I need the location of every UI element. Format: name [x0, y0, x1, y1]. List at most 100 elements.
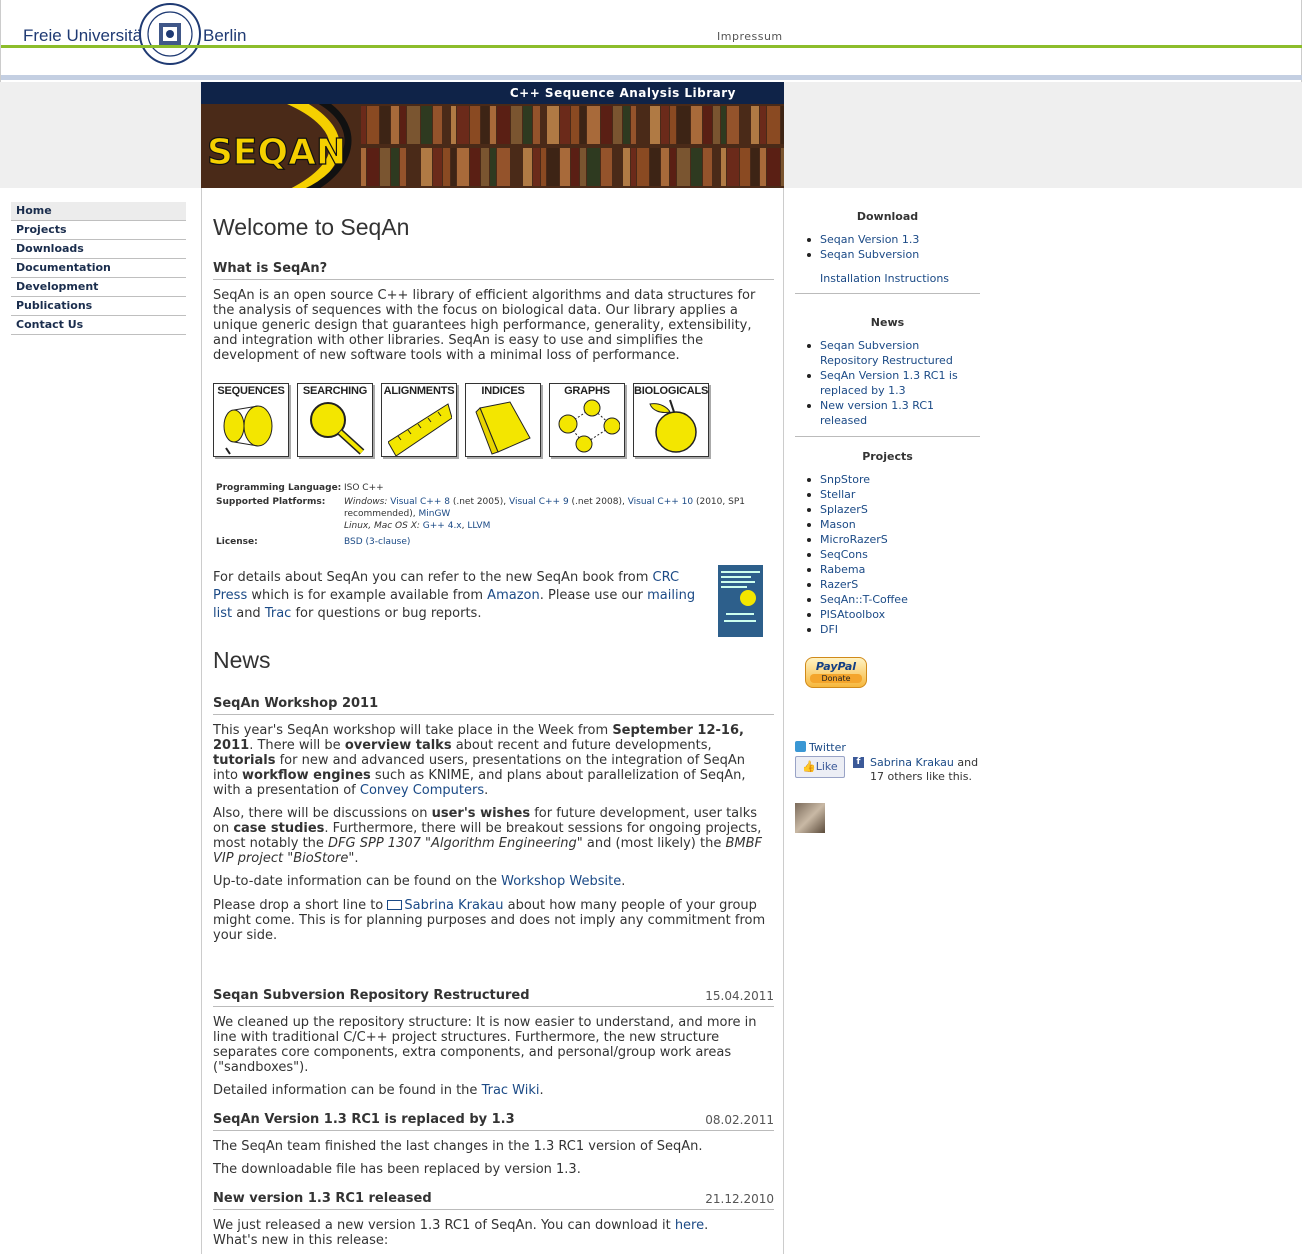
sequences-tile[interactable]: SEQUENCES	[213, 383, 289, 457]
news-link-svn[interactable]: Seqan Subversion Repository Restructured	[820, 339, 953, 367]
project-link-mason[interactable]: Mason	[820, 518, 856, 531]
paypal-donate-button[interactable]: PayPal Donate	[805, 657, 867, 688]
v13-news-heading: SeqAn Version 1.3 RC1 is replaced by 1.3…	[213, 1112, 774, 1131]
university-name-left[interactable]: Freie Universität	[23, 26, 147, 46]
book-spine	[533, 106, 540, 144]
seqan-book-cover[interactable]	[718, 565, 763, 637]
book-spine	[703, 106, 712, 144]
book-spine	[533, 148, 540, 186]
project-link-splazers[interactable]: SplazerS	[820, 503, 868, 516]
project-link-snpstore[interactable]: SnpStore	[820, 473, 870, 486]
university-seal-icon[interactable]	[139, 3, 201, 65]
email-icon	[387, 900, 403, 910]
project-link-tcoffee[interactable]: SeqAn::T-Coffee	[820, 593, 908, 606]
nav-item-documentation[interactable]: Documentation	[11, 259, 186, 278]
book-cover-image	[718, 565, 763, 637]
visual-cpp-8-link[interactable]: Visual C++ 8	[390, 497, 450, 507]
project-link-pisatoolbox[interactable]: PISAtoolbox	[820, 608, 885, 621]
download-link-subversion[interactable]: Seqan Subversion	[820, 248, 919, 261]
project-link-stellar[interactable]: Stellar	[820, 488, 855, 501]
nav-item-contact-us[interactable]: Contact Us	[11, 316, 186, 335]
book-spine	[490, 106, 496, 144]
nav-item-development[interactable]: Development	[11, 278, 186, 297]
project-link-razers[interactable]: RazerS	[820, 578, 858, 591]
list-item: Mason	[805, 517, 980, 532]
news-link-rc1[interactable]: New version 1.3 RC1 released	[820, 399, 934, 427]
biologicals-tile[interactable]: BIOLOGICALS	[633, 383, 709, 457]
avatar[interactable]	[795, 803, 825, 833]
university-name-right[interactable]: Berlin	[203, 26, 246, 46]
searching-tile[interactable]: SEARCHING	[297, 383, 373, 457]
donate-label: Donate	[810, 674, 862, 683]
book-spine	[367, 106, 379, 144]
convey-computers-link[interactable]: Convey Computers	[360, 783, 484, 798]
book-spine	[740, 148, 750, 186]
news-title: News	[213, 647, 271, 673]
twitter-icon	[795, 741, 806, 752]
project-link-dfi[interactable]: DFI	[820, 623, 838, 636]
site-header: Freie Universität Berlin Impressum	[0, 0, 1302, 82]
impressum-link[interactable]: Impressum	[717, 30, 783, 43]
thread-spool-icon	[223, 405, 273, 455]
download-here-link[interactable]: here	[675, 1218, 704, 1233]
indices-label: INDICES	[481, 385, 525, 397]
book-spine	[703, 148, 712, 186]
license-link[interactable]: BSD (3-clause)	[344, 537, 410, 547]
indices-tile[interactable]: INDICES	[465, 383, 541, 457]
vc8-suffix: (.net 2005),	[449, 497, 509, 507]
list-item: Seqan Subversion	[805, 247, 980, 262]
library-info-table: Programming Language: ISO C++ Supported …	[216, 481, 764, 549]
seqan-banner: C++ Sequence Analysis Library SEQAN	[201, 82, 784, 197]
book-spine	[587, 106, 600, 144]
nav-item-projects[interactable]: Projects	[11, 221, 186, 240]
visual-cpp-10-link[interactable]: Visual C++ 10	[628, 497, 693, 507]
book-spine	[721, 148, 726, 186]
magnifier-icon	[310, 402, 365, 455]
book-spine	[433, 106, 442, 144]
alignments-tile[interactable]: ALIGNMENTS	[381, 383, 457, 457]
book-spine	[677, 106, 690, 144]
gcc-link[interactable]: G++ 4.x	[423, 521, 462, 531]
trac-wiki-link[interactable]: Trac Wiki	[482, 1083, 540, 1098]
workshop-text-1: This year's SeqAn workshop will take pla…	[213, 723, 746, 798]
book-spine	[457, 106, 469, 144]
book-spine	[421, 148, 432, 186]
v13-news-date: 08.02.2011	[705, 1113, 774, 1127]
book-spine	[391, 148, 399, 186]
llvm-link[interactable]: LLVM	[467, 521, 490, 531]
like-friend-link[interactable]: Sabrina Krakau	[870, 756, 954, 769]
installation-instructions-link[interactable]: Installation Instructions	[820, 272, 949, 285]
nav-item-downloads[interactable]: Downloads	[11, 240, 186, 259]
left-navigation: Home Projects Downloads Documentation De…	[11, 202, 186, 335]
book-spine	[767, 106, 780, 144]
book-spine	[457, 148, 469, 186]
trac-link[interactable]: Trac	[265, 606, 292, 621]
project-link-microrazers[interactable]: MicroRazerS	[820, 533, 888, 546]
nav-item-publications[interactable]: Publications	[11, 297, 186, 316]
download-link-version[interactable]: Seqan Version 1.3	[820, 233, 919, 246]
graphs-tile[interactable]: GRAPHS	[549, 383, 625, 457]
project-link-rabema[interactable]: Rabema	[820, 563, 865, 576]
workshop-website-link[interactable]: Workshop Website	[501, 874, 621, 889]
book-spine	[481, 148, 489, 186]
book-spine	[391, 106, 399, 144]
news-link-v13[interactable]: SeqAn Version 1.3 RC1 is replaced by 1.3	[820, 369, 958, 397]
supported-platforms-label: Supported Platforms:	[216, 497, 326, 507]
list-item: DFI	[805, 622, 980, 637]
book-spine	[767, 148, 780, 186]
book-spine	[380, 148, 390, 186]
book-spine	[361, 148, 366, 186]
amazon-link[interactable]: Amazon	[487, 588, 540, 603]
book-spine	[601, 148, 612, 186]
book-spine	[541, 148, 546, 186]
visual-cpp-9-link[interactable]: Visual C++ 9	[509, 497, 569, 507]
sabrina-krakau-email-link[interactable]: Sabrina Krakau	[404, 898, 503, 913]
mingw-link[interactable]: MinGW	[418, 509, 450, 519]
twitter-link[interactable]: Twitter	[809, 741, 846, 754]
book-spine	[661, 148, 669, 186]
nav-item-home[interactable]: Home	[11, 202, 186, 221]
list-item: Seqan Version 1.3	[805, 232, 980, 247]
book-index-icon	[475, 401, 531, 455]
facebook-like-button[interactable]: 👍Like	[795, 756, 845, 778]
project-link-seqcons[interactable]: SeqCons	[820, 548, 868, 561]
